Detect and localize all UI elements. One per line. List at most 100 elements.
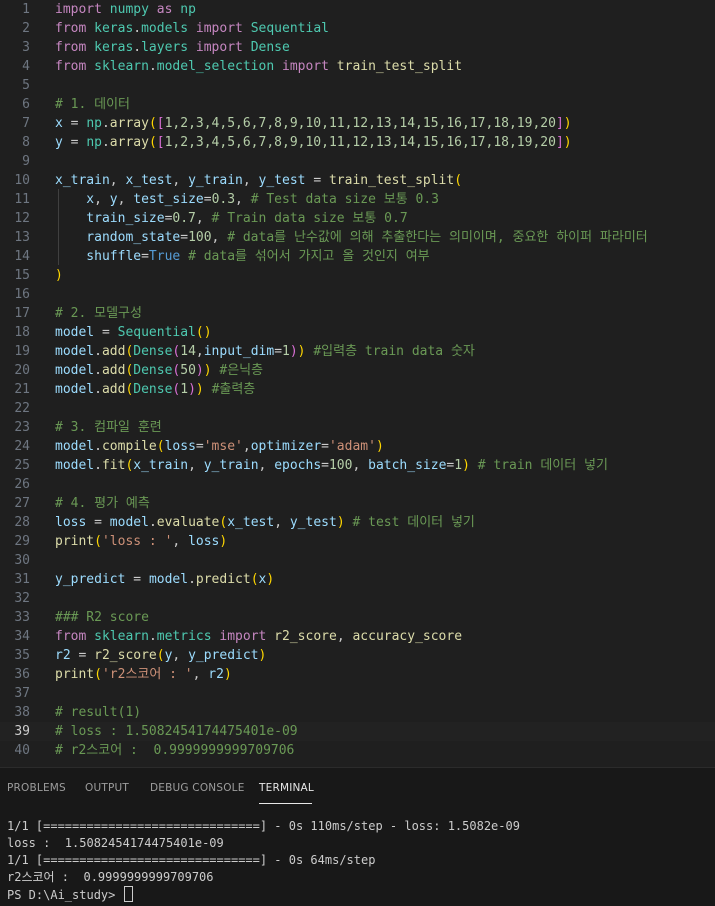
code-line[interactable]: 8 y = np.array([1,2,3,4,5,6,7,8,9,10,11,1…: [0, 133, 715, 152]
code-token: random_state: [55, 230, 181, 245]
code-line[interactable]: 10 x_train, x_test, y_train, y_test = tra…: [0, 171, 715, 190]
tab-terminal[interactable]: TERMINAL: [259, 782, 314, 794]
code-token: ): [203, 363, 212, 378]
code-line[interactable]: 24 model.compile(loss='mse',optimizer='ad…: [0, 437, 715, 456]
code-token: model: [55, 458, 95, 473]
tab-debug-console[interactable]: DEBUG CONSOLE: [150, 782, 245, 794]
code-token: train_size: [55, 211, 165, 226]
code-token: Sequential: [117, 325, 196, 340]
code-line[interactable]: 11 x, y, test_size=0.3, # Test data size…: [0, 190, 715, 209]
code-token: 0.7: [172, 211, 196, 226]
code-line[interactable]: 39 # loss : 1.5082454174475401e-09: [0, 722, 715, 741]
code-token: ,: [109, 173, 126, 188]
line-number: 22: [14, 401, 30, 416]
tab-problems[interactable]: PROBLEMS: [7, 782, 66, 794]
code-token: x_train: [55, 173, 110, 188]
code-line[interactable]: 36 print('r2스코어 : ', r2): [0, 665, 715, 684]
code-line[interactable]: 19 model.add(Dense(14,input_dim=1)) #입력층 …: [0, 342, 715, 361]
code-line[interactable]: 27 # 4. 평가 예측: [0, 494, 715, 513]
code-line[interactable]: 15): [0, 266, 715, 285]
line-number: 30: [14, 553, 30, 568]
line-number: 11: [14, 192, 30, 207]
code-text: train_size=0.7, # Train data size 보통 0.7: [55, 209, 407, 228]
code-line[interactable]: 26: [0, 475, 715, 494]
line-number: 28: [14, 515, 30, 530]
code-line[interactable]: 17 # 2. 모델구성: [0, 304, 715, 323]
code-text: loss = model.evaluate(x_test, y_test) # …: [55, 513, 475, 532]
code-line[interactable]: 25 model.fit(x_train, y_train, epochs=100…: [0, 456, 715, 475]
code-line[interactable]: 40 # r2스코어 : 0.9999999999709706: [0, 741, 715, 760]
code-token: =: [86, 515, 110, 530]
code-token: ,: [274, 515, 290, 530]
code-line[interactable]: 18 model = Sequential(): [0, 323, 715, 342]
code-token: .: [94, 344, 102, 359]
code-line[interactable]: 21 model.add(Dense(1)) #출력층: [0, 380, 715, 399]
code-token: ): [563, 135, 572, 150]
code-line[interactable]: 20 model.add(Dense(50)) #은닉층: [0, 361, 715, 380]
code-token: ,: [94, 192, 110, 207]
code-line[interactable]: 9: [0, 152, 715, 171]
code-token: ): [375, 439, 384, 454]
code-line[interactable]: 22: [0, 399, 715, 418]
code-line[interactable]: 3 from keras.layers import Dense: [0, 38, 715, 57]
code-line[interactable]: 4 from sklearn.model_selection import tra…: [0, 57, 715, 76]
code-token: y_train: [188, 173, 243, 188]
terminal-prompt-line[interactable]: PS D:\Ai_study>: [7, 886, 133, 903]
code-token: shuffle: [55, 249, 142, 264]
code-token: True: [148, 249, 181, 264]
terminal-line: 1/1 [==============================] - 0…: [7, 853, 376, 867]
code-token: ,: [192, 667, 209, 682]
code-line[interactable]: 14 shuffle=True # data를 섞어서 가지고 올 것인지 여부: [0, 247, 715, 266]
line-number: 3: [22, 40, 30, 55]
code-line[interactable]: 31 y_predict = model.predict(x): [0, 570, 715, 589]
code-token: sklearn: [86, 629, 149, 644]
code-text: # r2스코어 : 0.9999999999709706: [55, 741, 294, 760]
code-token: print: [55, 667, 95, 682]
code-line[interactable]: 7 x = np.array([1,2,3,4,5,6,7,8,9,10,11,1…: [0, 114, 715, 133]
code-token: #은닉층: [219, 363, 264, 378]
code-line[interactable]: 37: [0, 684, 715, 703]
code-line[interactable]: 29 print('loss : ', loss): [0, 532, 715, 551]
code-text: r2 = r2_score(y, y_predict): [55, 646, 266, 665]
code-token: 1,2,3,4,5,6,7,8,9,10,11,12,13,14,15,16,1…: [164, 135, 556, 150]
code-token: Dense: [242, 40, 290, 55]
code-token: np: [86, 135, 102, 150]
code-token: y: [55, 135, 63, 150]
code-line[interactable]: 2 from keras.models import Sequential: [0, 19, 715, 38]
code-token: =: [70, 648, 95, 663]
code-line[interactable]: 32: [0, 589, 715, 608]
tab-output[interactable]: OUTPUT: [85, 782, 129, 794]
code-line[interactable]: 23 # 3. 컴파일 훈련: [0, 418, 715, 437]
code-line[interactable]: 1 import numpy as np: [0, 0, 715, 19]
code-token: ]: [555, 135, 564, 150]
code-token: (: [148, 116, 157, 131]
line-number: 17: [14, 306, 30, 321]
code-token: # 1. 데이터: [55, 97, 131, 112]
code-text: model.fit(x_train, y_train, epochs=100, …: [55, 456, 608, 475]
code-token: # result(1): [55, 705, 142, 720]
code-text: # 4. 평가 예측: [55, 494, 150, 513]
code-line[interactable]: 35 r2 = r2_score(y, y_predict): [0, 646, 715, 665]
code-token: ,: [242, 173, 259, 188]
line-number: 32: [14, 591, 30, 606]
code-line[interactable]: 5: [0, 76, 715, 95]
code-token: epochs: [274, 458, 322, 473]
code-token: predict: [195, 572, 251, 587]
code-line[interactable]: 33 ### R2 score: [0, 608, 715, 627]
code-line[interactable]: 16: [0, 285, 715, 304]
code-token: models: [141, 21, 189, 36]
code-token: # train 데이터 넣기: [477, 458, 608, 473]
code-line[interactable]: 28 loss = model.evaluate(x_test, y_test) …: [0, 513, 715, 532]
code-line[interactable]: 6 # 1. 데이터: [0, 95, 715, 114]
code-token: [: [156, 135, 165, 150]
code-line[interactable]: 13 random_state=100, # data를 난수값에 의해 추출한…: [0, 228, 715, 247]
code-line[interactable]: 30: [0, 551, 715, 570]
code-token: 100: [328, 458, 353, 473]
code-token: y: [109, 192, 118, 207]
code-line[interactable]: 38 # result(1): [0, 703, 715, 722]
code-token: r2_score: [94, 648, 157, 663]
code-line[interactable]: 12 train_size=0.7, # Train data size 보통 …: [0, 209, 715, 228]
code-editor[interactable]: 1 import numpy as np 2 from keras.models im…: [0, 0, 715, 767]
code-line[interactable]: 34 from sklearn.metrics import r2_score, …: [0, 627, 715, 646]
